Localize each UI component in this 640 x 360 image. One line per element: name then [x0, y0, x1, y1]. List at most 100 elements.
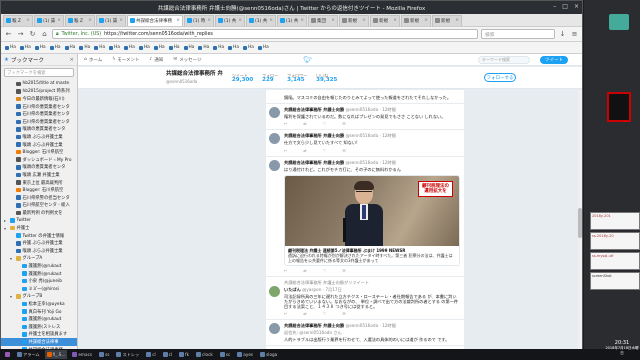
bookmark-item[interactable]: ▾ 弁護士 — [1, 224, 77, 232]
avatar[interactable] — [269, 133, 280, 145]
folder-twisty-icon[interactable]: ▾ — [10, 256, 14, 261]
bookmark[interactable]: Ha — [34, 45, 47, 50]
bookmark-item[interactable]: 護護熱(ストレス — [1, 323, 77, 331]
bookmark-item[interactable]: ミミ゙ー(@hirosi — [1, 285, 77, 293]
retweet-icon[interactable]: ⇄ — [303, 268, 306, 273]
stat-followers[interactable]: フォロワー 3,145 — [287, 73, 307, 83]
bookmark[interactable]: Ha — [64, 45, 77, 50]
bookmark[interactable]: Ha — [49, 45, 62, 50]
bookmark-item[interactable]: ▸ Twitter — [1, 217, 77, 225]
bookmark-item[interactable]: 弁護士を相談員ます — [1, 331, 77, 339]
window-thumbnail[interactable]: ss-mysql-utf — [590, 252, 640, 270]
bookmark[interactable]: Ha — [4, 45, 17, 50]
bookmark-item[interactable]: 喉頭 ぶらぶ弁護士業 — [1, 141, 77, 149]
bookmark[interactable]: Ha — [212, 45, 225, 50]
bookmark-item[interactable]: 石川県県警の担当センタ — [1, 194, 77, 202]
tab[interactable]: (1) 共 × — [277, 14, 307, 26]
url-bar[interactable]: 🔒︎ Twitter, Inc. (US) https://twitter.co… — [52, 29, 478, 39]
bookmark-item[interactable]: 護護熱(@rukaut — [1, 315, 77, 323]
bookmark-item[interactable]: 共謀総合法律事 — [1, 338, 77, 346]
taskbar-item[interactable]: emacs — [70, 350, 94, 359]
bookmark[interactable]: Ha — [93, 45, 106, 50]
bookmark-item[interactable]: 護護熱(@rukaut — [1, 262, 77, 270]
avatar[interactable] — [269, 159, 280, 171]
bookmark[interactable]: Ha — [138, 45, 151, 50]
nav-home[interactable]: ⌂ ホーム — [84, 57, 102, 63]
like-icon[interactable]: ♡ — [323, 121, 327, 126]
home-icon[interactable]: ⌂ — [40, 30, 49, 39]
message-icon[interactable]: ✉ — [342, 121, 345, 126]
tweet-button[interactable]: ツイート — [540, 56, 568, 64]
bookmark-item[interactable]: ダッシュボード ‹ My Pro — [1, 156, 77, 164]
tab[interactable]: 新規 × — [401, 14, 431, 26]
tweet[interactable]: 共謀総合法律事務所 弁護士向勝 @senn0516oda · 12時間 仕方で文… — [266, 130, 464, 157]
bookmark-item[interactable]: 護護熱(@rukaut — [1, 270, 77, 278]
stat-following[interactable]: フォロー 229 — [262, 73, 278, 83]
twitter-bird-icon[interactable]: 🐦︎ — [303, 56, 312, 64]
tweet[interactable]: 共謀総合法律事務所 弁護士向勝 @senn0516oda · 12時間 権利を保… — [266, 104, 464, 131]
tab-active[interactable]: 共謀総合法律事務 × — [127, 14, 183, 26]
scrollbar-thumb[interactable] — [578, 208, 582, 238]
tweet[interactable]: 共謀総合法律事務所 弁護士向勝 @senn0516oda · 12時間 返信先:… — [266, 320, 464, 346]
bookmark-item[interactable]: 松本正幸(@uyeka — [1, 300, 77, 308]
folder-twisty-icon[interactable]: ▾ — [10, 294, 14, 299]
tweet[interactable]: 共謀総合法律事務所 弁護士向勝がリツイート いたばん @yaspon · 7月1… — [266, 277, 464, 321]
close-tab-icon[interactable]: × — [424, 18, 428, 23]
bookmark-item[interactable]: 最新判例 の判例文を — [1, 209, 77, 217]
bookmark-item[interactable]: 東京上位 最高裁判所 — [1, 179, 77, 187]
message-icon[interactable]: ✉ — [342, 148, 345, 153]
tab[interactable]: (1) 共 × — [246, 14, 276, 26]
app-icon[interactable] — [607, 92, 631, 122]
tab[interactable]: 喉 Z × — [65, 14, 95, 26]
close-tab-icon[interactable]: × — [300, 18, 304, 23]
bookmark[interactable]: Ha — [19, 45, 32, 50]
reply-icon[interactable]: ↩ — [284, 268, 287, 273]
follow-button[interactable]: フォローする — [484, 73, 516, 82]
bookmark-item[interactable]: 今日の最新情報(石川) — [1, 95, 77, 103]
bookmark-item[interactable]: Twitter の弁護士情報 — [1, 232, 77, 240]
maximize-icon[interactable]: □ — [562, 3, 568, 10]
close-tab-icon[interactable]: × — [269, 18, 273, 23]
window-thumbnail[interactable]: screenShot — [590, 272, 640, 290]
bookmark-item[interactable]: 弁護 ぶらぶ弁護士業 — [1, 239, 77, 247]
bookmark-item[interactable]: 小泉 秀(@juneib — [1, 277, 77, 285]
tab[interactable]: 新規 × — [370, 14, 400, 26]
taskbar-item[interactable]: ss — [97, 350, 111, 359]
reload-icon[interactable]: ↻ — [28, 30, 37, 39]
news-photo[interactable]: 顧刊税理法の 運用拡大を — [285, 175, 459, 246]
search-box[interactable]: 検索 — [481, 29, 555, 39]
folder-twisty-icon[interactable]: ▾ — [4, 226, 8, 231]
close-tab-icon[interactable]: × — [362, 18, 366, 23]
download-icon[interactable]: ↓ — [558, 30, 567, 39]
avatar[interactable] — [269, 107, 280, 119]
bookmark-item[interactable]: 喉頭の悪質業者センタ — [1, 126, 77, 134]
bookmark[interactable]: Ha — [257, 45, 270, 50]
bookmark-item[interactable]: 石川県の悪質業者センタ — [1, 110, 77, 118]
avatar[interactable] — [269, 323, 280, 335]
retweet-icon[interactable]: ⇄ — [303, 148, 306, 153]
tab[interactable]: 新規 × — [432, 14, 462, 26]
bookmark-item[interactable]: 石川県の悪質業者センタ — [1, 103, 77, 111]
like-icon[interactable]: ♡ — [323, 311, 327, 316]
window-thumbnail[interactable]: ss-2018y-20 — [590, 232, 640, 250]
close-tab-icon[interactable]: × — [393, 18, 397, 23]
taskbar-item[interactable]: sc — [218, 350, 232, 359]
retweet-icon[interactable]: ⇄ — [303, 121, 306, 126]
taskbar-item[interactable]: sloga — [258, 350, 279, 359]
taskbar-item[interactable]: ストレッ — [114, 350, 141, 359]
stat-tweets[interactable]: ツイート 29,300 — [232, 73, 253, 83]
sidebar-title[interactable]: ブックマーク — [11, 56, 44, 64]
reply-icon[interactable]: ↩ — [284, 311, 287, 316]
tweet[interactable]: 共謀総合法律事務所 弁護士向勝 @senn0516oda · 12時間 はり通付… — [266, 157, 464, 277]
bookmark[interactable]: Ha — [123, 45, 136, 50]
close-tab-icon[interactable]: × — [119, 18, 123, 23]
page-scrollbar[interactable] — [578, 90, 582, 349]
bookmark-item[interactable]: 石川県航空センタ - 総入 — [1, 202, 77, 210]
window-thumbnail[interactable]: 2018y-201 — [590, 212, 640, 230]
tab[interactable]: 集団 × — [308, 14, 338, 26]
bookmark-search-input[interactable]: ブックマークを検索 — [4, 68, 74, 77]
close-tab-icon[interactable]: × — [238, 18, 242, 23]
twitter-search-input[interactable]: キーワード検索 — [478, 56, 530, 64]
bookmark[interactable]: Ha — [168, 45, 181, 50]
tab[interactable]: 新規 × — [339, 14, 369, 26]
